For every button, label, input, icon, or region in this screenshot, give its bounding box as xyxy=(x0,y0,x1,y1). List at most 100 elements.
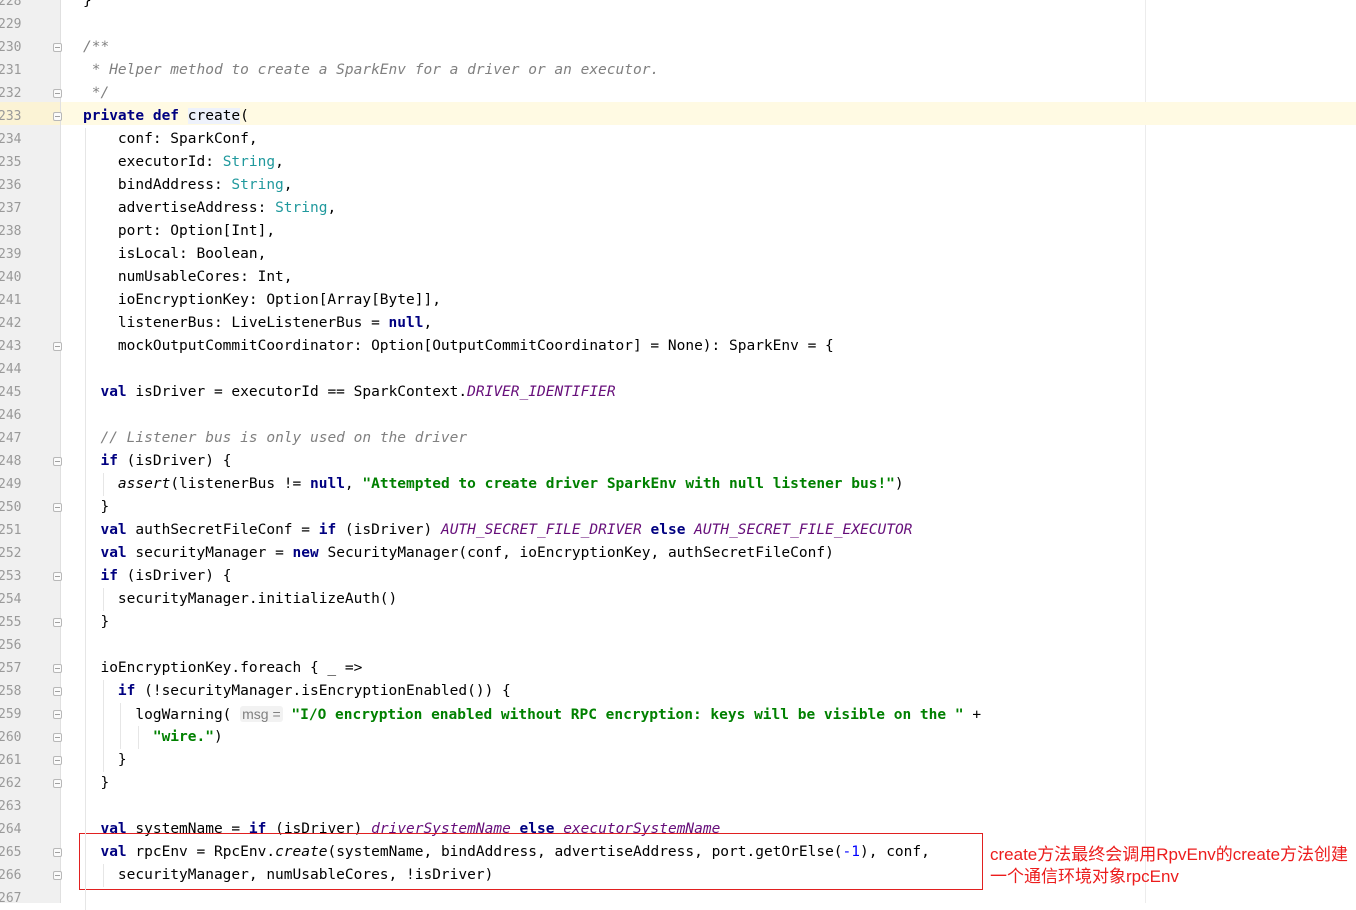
fold-toggle-icon[interactable] xyxy=(53,112,62,121)
code-token: else xyxy=(650,522,686,538)
line-number: 266 xyxy=(0,868,22,883)
code-line[interactable]: numUsableCores: Int, xyxy=(83,266,293,289)
code-token: ) xyxy=(213,729,223,745)
code-line[interactable]: assert(listenerBus != null, "Attempted t… xyxy=(83,473,904,496)
line-number: 238 xyxy=(0,224,22,239)
code-line[interactable]: */ xyxy=(83,82,109,105)
line-number: 257 xyxy=(0,661,22,676)
code-token: logWarning( xyxy=(83,707,241,723)
fold-toggle-icon[interactable] xyxy=(53,779,62,788)
code-line[interactable]: securityManager.initializeAuth() xyxy=(83,588,397,611)
annotation-note: create方法最终会调用RpvEnv的create方法创建一个通信环境对象rp… xyxy=(990,845,1349,886)
fold-toggle-icon[interactable] xyxy=(53,618,62,627)
code-token: if xyxy=(100,453,118,469)
code-token: (!securityManager.isEncryptionEnabled())… xyxy=(135,683,511,699)
code-line[interactable]: conf: SparkConf, xyxy=(83,128,258,151)
fold-toggle-icon[interactable] xyxy=(53,756,62,765)
code-line[interactable]: port: Option[Int], xyxy=(83,220,275,243)
fold-toggle-icon[interactable] xyxy=(53,710,62,719)
code-line[interactable]: } xyxy=(83,496,109,519)
code-line[interactable]: mockOutputCommitCoordinator: Option[Outp… xyxy=(83,335,834,358)
line-number: 246 xyxy=(0,408,22,423)
line-number: 231 xyxy=(0,63,22,78)
fold-toggle-icon[interactable] xyxy=(53,687,62,696)
code-line[interactable]: * Helper method to create a SparkEnv for… xyxy=(83,59,659,82)
code-token: } xyxy=(83,614,110,630)
indent-guide xyxy=(85,128,86,910)
code-line[interactable]: } xyxy=(83,772,109,795)
line-number: 255 xyxy=(0,615,22,630)
code-token: executorId: xyxy=(83,154,223,170)
fold-toggle-icon[interactable] xyxy=(53,664,62,673)
code-line[interactable]: logWarning( msg = "I/O encryption enable… xyxy=(83,703,981,726)
line-number: 253 xyxy=(0,569,22,584)
code-token: assert xyxy=(117,476,171,492)
code-line[interactable]: } xyxy=(83,611,109,634)
fold-toggle-icon[interactable] xyxy=(53,871,62,880)
code-line[interactable]: // Listener bus is only used on the driv… xyxy=(83,427,467,450)
code-token: , xyxy=(283,177,293,193)
code-token: private xyxy=(83,108,145,124)
fold-toggle-icon[interactable] xyxy=(53,43,62,52)
fold-toggle-icon[interactable] xyxy=(53,89,62,98)
right-margin-guide xyxy=(1145,0,1146,903)
code-token: ioEncryptionKey.foreach { _ => xyxy=(83,660,363,676)
code-line[interactable]: val authSecretFileConf = if (isDriver) A… xyxy=(83,519,912,542)
indent-guide xyxy=(138,726,139,749)
code-line[interactable]: ioEncryptionKey.foreach { _ => xyxy=(83,657,362,680)
code-line[interactable]: ioEncryptionKey: Option[Array[Byte]], xyxy=(83,289,441,312)
parameter-hint: msg = xyxy=(240,706,283,722)
fold-toggle-icon[interactable] xyxy=(53,733,62,742)
code-token: String xyxy=(231,177,284,193)
fold-toggle-icon[interactable] xyxy=(53,457,62,466)
fold-toggle-icon[interactable] xyxy=(53,572,62,581)
line-number: 261 xyxy=(0,753,22,768)
code-line[interactable]: isLocal: Boolean, xyxy=(83,243,266,266)
code-line[interactable]: if (!securityManager.isEncryptionEnabled… xyxy=(83,680,511,703)
line-number: 260 xyxy=(0,730,22,745)
code-line[interactable]: advertiseAddress: String, xyxy=(83,197,336,220)
line-number: 264 xyxy=(0,822,22,837)
line-number: 263 xyxy=(0,799,22,814)
code-token: , xyxy=(423,315,433,331)
code-line[interactable]: } xyxy=(83,0,92,13)
indent-guide xyxy=(103,473,104,496)
code-line[interactable]: listenerBus: LiveListenerBus = null, xyxy=(83,312,432,335)
indent-guide xyxy=(103,588,104,611)
code-token: ioEncryptionKey: Option[Array[Byte]], xyxy=(83,292,441,308)
code-token: (listenerBus != xyxy=(170,476,310,492)
code-token: AUTH_SECRET_FILE_EXECUTOR xyxy=(694,522,913,538)
code-token: null xyxy=(310,476,345,492)
code-line[interactable]: if (isDriver) { xyxy=(83,450,231,473)
code-token: } xyxy=(83,499,110,515)
fold-toggle-icon[interactable] xyxy=(53,503,62,512)
annotation-highlight-box xyxy=(79,833,983,890)
code-token: null xyxy=(388,315,424,331)
code-token: , xyxy=(275,154,284,170)
code-token: SecurityManager(conf, ioEncryptionKey, a… xyxy=(318,545,834,561)
code-token: "I/O encryption enabled without RPC encr… xyxy=(291,707,964,723)
code-line[interactable]: if (isDriver) { xyxy=(83,565,231,588)
line-number: 228 xyxy=(0,0,22,9)
code-token: } xyxy=(83,752,127,768)
fold-toggle-icon[interactable] xyxy=(53,848,62,857)
code-token: /** xyxy=(83,39,110,55)
code-line[interactable]: /** xyxy=(83,36,109,59)
code-token: String xyxy=(222,154,276,170)
code-line[interactable]: val securityManager = new SecurityManage… xyxy=(83,542,834,565)
code-line[interactable]: private def create( xyxy=(83,105,249,128)
code-line[interactable]: bindAddress: String, xyxy=(83,174,293,197)
code-line[interactable]: } xyxy=(83,749,127,772)
code-line[interactable]: val isDriver = executorId == SparkContex… xyxy=(83,381,615,404)
code-token: } xyxy=(83,0,92,9)
fold-toggle-icon[interactable] xyxy=(53,342,62,351)
code-line[interactable]: executorId: String, xyxy=(83,151,284,174)
line-number: 232 xyxy=(0,86,22,101)
code-token: bindAddress: xyxy=(83,177,232,193)
line-number: 240 xyxy=(0,270,22,285)
